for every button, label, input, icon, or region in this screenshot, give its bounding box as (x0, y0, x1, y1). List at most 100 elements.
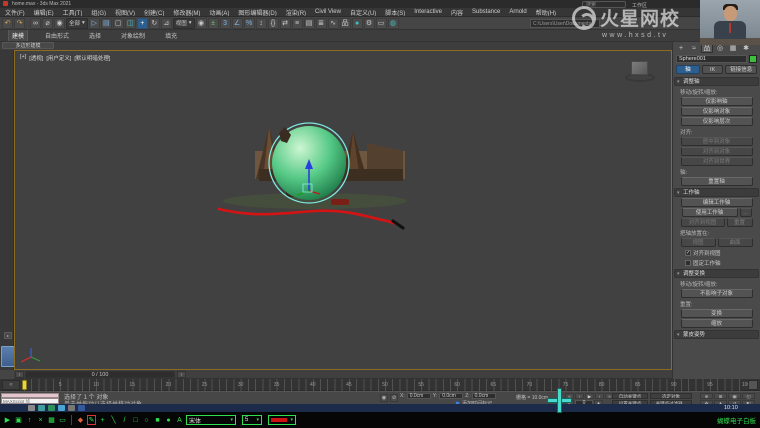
isolate-selection-icon[interactable]: ◉ (380, 394, 388, 402)
menu-animation[interactable]: 动画(A) (209, 8, 229, 17)
trackbar-next-button[interactable]: › (177, 371, 186, 378)
annotation-size-dropdown[interactable]: 5 ▾ (242, 415, 262, 425)
select-and-rotate-icon[interactable]: ↻ (149, 18, 160, 29)
previous-frame-button[interactable]: ‹ (575, 393, 584, 399)
project-path-field[interactable]: C:\Users\User\Documents (530, 19, 600, 28)
undo-icon[interactable]: ↶ (2, 18, 13, 29)
menu-arnold[interactable]: Arnold (509, 9, 526, 15)
place-surface-button[interactable]: 曲面 (718, 238, 753, 247)
go-to-start-button[interactable]: « (565, 393, 574, 399)
pivot-mode-button[interactable]: 轴 (676, 65, 700, 74)
menu-file[interactable]: 文件(F) (5, 8, 25, 17)
use-working-pivot-button[interactable]: 使用工作轴 (682, 208, 738, 217)
reset-pivot-button[interactable]: 重置轴 (681, 177, 753, 186)
menu-graph-editors[interactable]: 图形编辑器(D) (238, 8, 276, 17)
annotation-color-dropdown[interactable]: ▾ (268, 415, 296, 425)
viewport-general-menu[interactable]: [+] (20, 54, 26, 62)
viewport-pov-menu[interactable]: [透视] (29, 54, 43, 62)
link-info-mode-button[interactable]: 链接信息 (725, 65, 757, 74)
menu-scripting[interactable]: 脚本(S) (385, 8, 405, 17)
pencil-tool-icon[interactable]: ✎ (87, 415, 96, 425)
render-setup-icon[interactable]: ⚙ (364, 18, 375, 29)
filled-circle-tool-icon[interactable]: ● (164, 415, 173, 425)
selection-lock-icon[interactable]: ⊘ (390, 394, 398, 402)
annotation-font-dropdown[interactable]: 宋体 ▾ (186, 415, 236, 425)
schematic-view-icon[interactable]: 品 (340, 18, 351, 29)
viewport-shading-menu[interactable]: [默认明暗处理] (74, 54, 110, 62)
viewport-user-menu[interactable]: [用户定义] (46, 54, 71, 62)
mirror-icon[interactable]: ⇄ (280, 18, 291, 29)
affect-object-only-button[interactable]: 仅影响对象 (681, 107, 753, 116)
snaps-toggle-icon[interactable]: 3 (220, 18, 231, 29)
lock-working-pivot-checkbox[interactable]: 固定工作轴 (685, 259, 760, 267)
menu-modifiers[interactable]: 修改器(M) (173, 8, 200, 17)
y-coordinate-field[interactable]: 0.0cm (439, 393, 463, 399)
select-and-scale-icon[interactable]: ⊿ (161, 18, 172, 29)
affect-hierarchy-only-button[interactable]: 仅影响层次 (681, 117, 753, 126)
menu-civil-view[interactable]: Civil View (315, 9, 341, 15)
menu-edit[interactable]: 编辑(E) (34, 8, 54, 17)
eraser-tool-icon[interactable]: ◆ (76, 415, 85, 425)
view-cube[interactable] (623, 59, 657, 85)
ribbon-tab-selection[interactable]: 选择 (86, 30, 104, 41)
timeline-start-button[interactable]: « (2, 380, 20, 390)
affect-pivot-only-button[interactable]: 仅影响轴 (681, 97, 753, 106)
trackbar-prev-button[interactable]: ‹ (15, 371, 24, 378)
align-to-view-checkbox[interactable]: ✓ 对齐到视图 (685, 249, 760, 257)
object-color-swatch[interactable] (749, 55, 757, 63)
select-and-manipulate-icon[interactable]: ± (208, 18, 219, 29)
dont-affect-children-button[interactable]: 不影响子对象 (681, 289, 753, 298)
annotation-upload-icon[interactable]: ↑ (25, 415, 34, 425)
menu-substance[interactable]: Substance (472, 9, 500, 15)
annotation-run-icon[interactable]: ▶ (3, 415, 12, 425)
line-tool-icon[interactable]: ╲ (109, 415, 118, 425)
rollout-adjust-transform[interactable]: ▾调整变换 (674, 269, 759, 278)
polygon-modeling-button[interactable]: 多边形建模 (2, 42, 54, 49)
rectangular-selection-region-icon[interactable]: ▢ (113, 18, 124, 29)
zoom-region-icon[interactable]: ◱ (742, 393, 755, 399)
rollout-working-pivot[interactable]: ▾工作轴 (674, 188, 759, 197)
percent-snap-icon[interactable]: % (244, 18, 255, 29)
red-path-spline[interactable] (219, 209, 397, 224)
ribbon-tab-populate[interactable]: 填充 (162, 30, 180, 41)
reset-transform-button[interactable]: 变换 (681, 309, 753, 318)
unlink-selection-icon[interactable]: ⌀ (42, 18, 53, 29)
viewport-scene[interactable] (15, 51, 672, 370)
arrow-tool-icon[interactable]: + (98, 415, 107, 425)
annotation-folder-icon[interactable]: ▭ (58, 415, 67, 425)
zoom-icon[interactable]: ⊕ (700, 393, 713, 399)
bind-to-space-warp-icon[interactable]: ◉ (54, 18, 65, 29)
object-name-field[interactable]: Sphere001 (676, 55, 747, 63)
spinner-snap-icon[interactable]: ↕ (256, 18, 267, 29)
modify-tab-icon[interactable]: ≈ (688, 43, 700, 53)
render-icon[interactable]: ◍ (388, 18, 399, 29)
x-coordinate-field[interactable]: 0.0cm (407, 393, 431, 399)
rollout-skin-pose[interactable]: ▾蒙皮姿势 (674, 330, 759, 339)
center-to-object-button[interactable]: 居中到对象 (681, 137, 753, 146)
menu-create[interactable]: 创建(C) (144, 8, 164, 17)
rectangle-tool-icon[interactable]: □ (131, 415, 140, 425)
window-crossing-icon[interactable]: ◫ (125, 18, 136, 29)
angle-snap-icon[interactable]: ∠ (232, 18, 243, 29)
taskbar-app-icon[interactable] (38, 405, 45, 411)
ellipse-tool-icon[interactable]: ○ (142, 415, 151, 425)
pen-tool-icon[interactable]: / (120, 415, 129, 425)
time-slider[interactable] (22, 380, 27, 390)
annotation-close-icon[interactable]: × (36, 415, 45, 425)
select-object-icon[interactable]: ▷ (89, 18, 100, 29)
search-input[interactable]: 搜索 (582, 1, 626, 8)
text-tool-icon[interactable]: A (175, 415, 184, 425)
menu-content[interactable]: 内容 (451, 8, 463, 17)
selection-set-dropdown[interactable]: 选定对象 (650, 393, 692, 399)
viewport[interactable]: [+] [透视] [用户定义] [默认明暗处理] (14, 50, 672, 370)
reset-working-pivot-button[interactable]: 重置 (727, 218, 753, 227)
next-frame-button[interactable]: › (595, 393, 604, 399)
taskbar-app-icon[interactable] (78, 405, 85, 411)
z-coordinate-field[interactable]: 0.0cm (472, 393, 496, 399)
auto-key-button[interactable]: 自动关键点 (612, 393, 648, 399)
align-icon[interactable]: ≡ (292, 18, 303, 29)
ik-mode-button[interactable]: IK (702, 65, 724, 74)
place-view-button[interactable]: 视图 (681, 238, 716, 247)
frame-position-display[interactable]: 0 / 100 (25, 371, 175, 378)
menu-rendering[interactable]: 渲染(R) (286, 8, 306, 17)
